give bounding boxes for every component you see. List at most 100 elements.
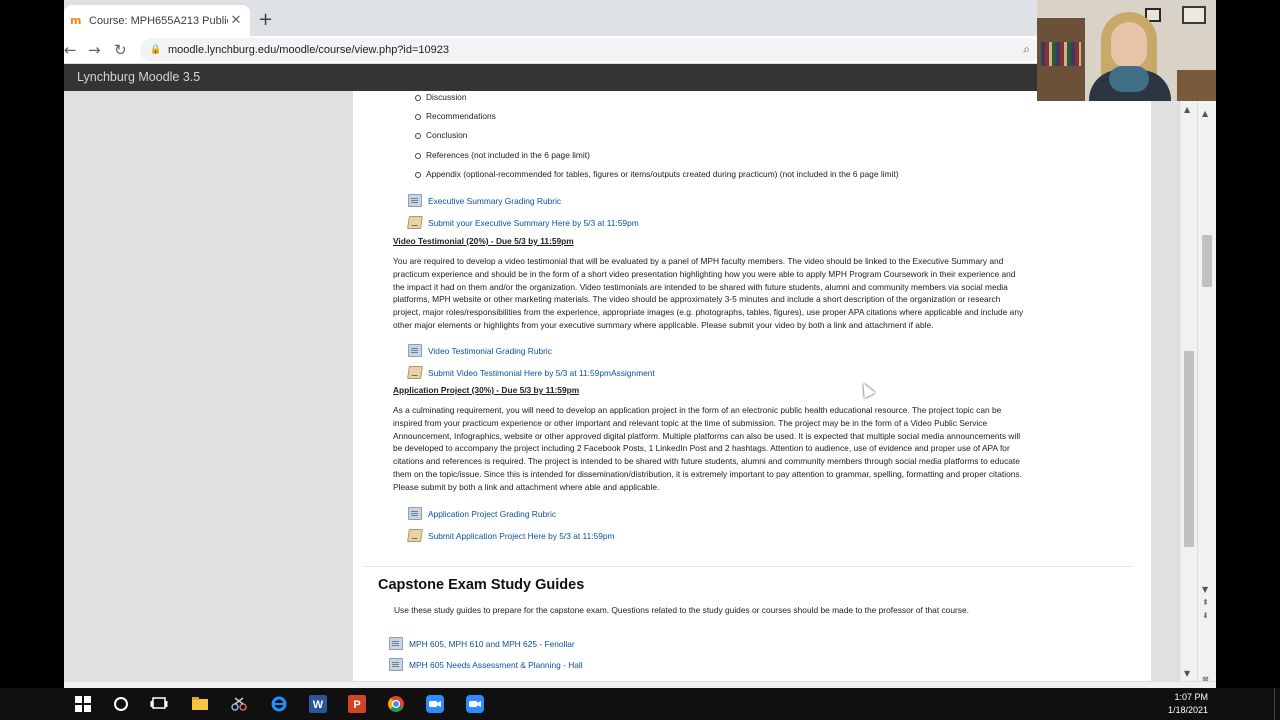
course-page: Discussion Recommendations Conclusion Re… xyxy=(64,91,1180,681)
clock-date: 1/18/2021 xyxy=(1167,705,1208,715)
video-line: platforms, MPH website or other marketin… xyxy=(393,294,1001,305)
app-submit-label[interactable]: Submit Application Project Here by 5/3 a… xyxy=(428,531,615,541)
scroll-up-arrow-icon[interactable]: ▲ xyxy=(1184,105,1190,114)
clock-time: 1:07 PM xyxy=(1174,692,1208,702)
scroll-next-icon[interactable]: ⇟ xyxy=(1202,611,1209,620)
taskbar-clock[interactable]: 1:07 PM 1/18/2021 xyxy=(1168,691,1208,717)
capstone-section-title: Capstone Exam Study Guides xyxy=(378,577,585,593)
video-rubric-label[interactable]: Video Testimonial Grading Rubric xyxy=(428,346,552,356)
list-item: Recommendations xyxy=(415,110,899,129)
exec-submit-label[interactable]: Submit your Executive Summary Here by 5/… xyxy=(428,218,639,228)
video-line: project, major roles/responsibilities fr… xyxy=(393,307,1024,318)
file-icon xyxy=(389,658,403,671)
tab-title: Course: MPH655A213 Public Hea xyxy=(89,14,228,27)
internet-explorer-icon[interactable] xyxy=(269,694,289,714)
scroll-prev-icon[interactable]: ⇞ xyxy=(1202,598,1209,607)
list-item: References (not included in the 6 page l… xyxy=(415,149,899,168)
video-line: practicum experience and should be in th… xyxy=(393,268,1016,279)
exec-submit-link[interactable]: Submit your Executive Summary Here by 5/… xyxy=(407,216,639,229)
back-button[interactable]: ← xyxy=(64,40,77,60)
guide-link-1[interactable]: MPH 605, MPH 610 and MPH 625 - Fenollar xyxy=(389,637,575,650)
browser-tab[interactable]: m Course: MPH655A213 Public Hea ✕ xyxy=(64,5,250,36)
lock-icon: 🔒 xyxy=(150,45,162,55)
scroll-up-arrow-icon[interactable]: ▲ xyxy=(1202,109,1208,118)
moodle-brand[interactable]: Lynchburg Moodle 3.5 xyxy=(77,70,200,84)
video-submit-link[interactable]: Submit Video Testimonial Here by 5/3 at … xyxy=(407,366,655,379)
app-rubric-label[interactable]: Application Project Grading Rubric xyxy=(428,509,556,519)
file-explorer-icon[interactable] xyxy=(190,694,210,714)
zoom-icon[interactable] xyxy=(425,694,445,714)
presenter-face xyxy=(1111,22,1147,68)
application-line: inspired from your practicum experience … xyxy=(393,417,988,428)
application-line: Announcement, Infographics, website or o… xyxy=(393,430,1021,441)
snipping-tool-icon[interactable] xyxy=(229,694,249,714)
task-view-icon[interactable] xyxy=(149,694,169,714)
reload-button[interactable]: ↻ xyxy=(114,40,127,60)
word-icon[interactable]: W xyxy=(308,694,328,714)
windows-start-icon[interactable] xyxy=(73,694,93,714)
application-line: be developed to accompany the project in… xyxy=(393,443,1010,454)
guide-link-2[interactable]: MPH 605 Needs Assessment & Planning - Ha… xyxy=(389,658,583,671)
picture-frame xyxy=(1182,6,1206,24)
file-icon xyxy=(389,637,403,650)
course-content: Discussion Recommendations Conclusion Re… xyxy=(353,91,1151,681)
scrollbar-thumb[interactable] xyxy=(1202,235,1212,287)
application-line: Please submit by both a link and attachm… xyxy=(393,481,660,492)
scrollbar-thumb[interactable] xyxy=(1184,351,1194,547)
assignment-icon xyxy=(407,216,423,229)
file-icon xyxy=(408,507,422,520)
content-scrollbar[interactable]: ▲ ▼ xyxy=(1180,101,1197,681)
browser-window: m Course: MPH655A213 Public Hea ✕ + ← → … xyxy=(64,0,1216,688)
exec-rubric-label[interactable]: Executive Summary Grading Rubric xyxy=(428,196,561,206)
section-divider xyxy=(363,566,1133,567)
url-text: moodle.lynchburg.edu/moodle/course/view.… xyxy=(168,44,449,56)
zoom-meetings-icon[interactable] xyxy=(465,694,485,714)
application-description: As a culminating requirement, you will n… xyxy=(393,404,1073,494)
status-strip xyxy=(64,681,1216,688)
video-rubric-link[interactable]: Video Testimonial Grading Rubric xyxy=(408,344,552,357)
forward-button[interactable]: → xyxy=(88,40,101,60)
assignment-icon xyxy=(407,366,423,379)
cortana-icon[interactable] xyxy=(111,694,131,714)
scroll-down-arrow-icon[interactable]: ▼ xyxy=(1202,585,1208,594)
show-desktop-button[interactable] xyxy=(1274,688,1280,720)
video-line: You are required to develop a video test… xyxy=(393,256,1004,266)
new-tab-button[interactable]: + xyxy=(258,9,273,30)
webcam-overlay xyxy=(1037,0,1216,101)
chrome-icon[interactable] xyxy=(386,694,406,714)
cabinet xyxy=(1177,70,1216,101)
video-line: the impact it had on them and/or the org… xyxy=(393,281,1008,292)
capstone-description: Use these study guides to prepare for th… xyxy=(394,605,969,615)
list-item: Conclusion xyxy=(415,129,899,148)
file-icon xyxy=(408,194,422,207)
list-item: Discussion xyxy=(415,91,899,110)
assignment-icon xyxy=(407,529,423,542)
exec-rubric-link[interactable]: Executive Summary Grading Rubric xyxy=(408,194,561,207)
app-rubric-link[interactable]: Application Project Grading Rubric xyxy=(408,507,556,520)
video-line: other major elements or highlights from … xyxy=(393,319,934,330)
video-description: You are required to develop a video test… xyxy=(393,255,1073,332)
svg-text:W: W xyxy=(313,699,324,711)
presenter-scarf xyxy=(1109,66,1149,92)
outline-list: Discussion Recommendations Conclusion Re… xyxy=(415,91,899,187)
video-heading: Video Testimonial (20%) - Due 5/3 by 11:… xyxy=(393,236,574,246)
desktop-screen: m Course: MPH655A213 Public Hea ✕ + ← → … xyxy=(0,0,1280,720)
application-line: them on the topic/issue. Since this is i… xyxy=(393,468,1022,479)
scroll-down-arrow-icon[interactable]: ▼ xyxy=(1184,669,1190,678)
tab-close-icon[interactable]: ✕ xyxy=(228,13,244,28)
guide-2-label[interactable]: MPH 605 Needs Assessment & Planning - Ha… xyxy=(409,660,583,670)
svg-text:P: P xyxy=(353,699,360,711)
guide-1-label[interactable]: MPH 605, MPH 610 and MPH 625 - Fenollar xyxy=(409,639,575,649)
powerpoint-icon[interactable]: P xyxy=(347,694,367,714)
application-heading: Application Project (30%) - Due 5/3 by 1… xyxy=(393,385,580,395)
books xyxy=(1041,42,1081,66)
file-icon xyxy=(408,344,422,357)
application-line: citations and references is required. Th… xyxy=(393,456,1020,467)
app-submit-link[interactable]: Submit Application Project Here by 5/3 a… xyxy=(407,529,615,542)
page-scrollbar[interactable]: ▲ ▼ ⇞ ⇟ ⊠ xyxy=(1197,101,1216,688)
moodle-favicon-icon: m xyxy=(70,13,82,27)
application-line: As a culminating requirement, you will n… xyxy=(393,405,1002,415)
video-submit-label[interactable]: Submit Video Testimonial Here by 5/3 at … xyxy=(428,368,655,378)
address-bar[interactable]: 🔒 moodle.lynchburg.edu/moodle/course/vie… xyxy=(140,38,1040,62)
zoom-magnifier-icon[interactable]: ⌕ xyxy=(1023,42,1030,57)
